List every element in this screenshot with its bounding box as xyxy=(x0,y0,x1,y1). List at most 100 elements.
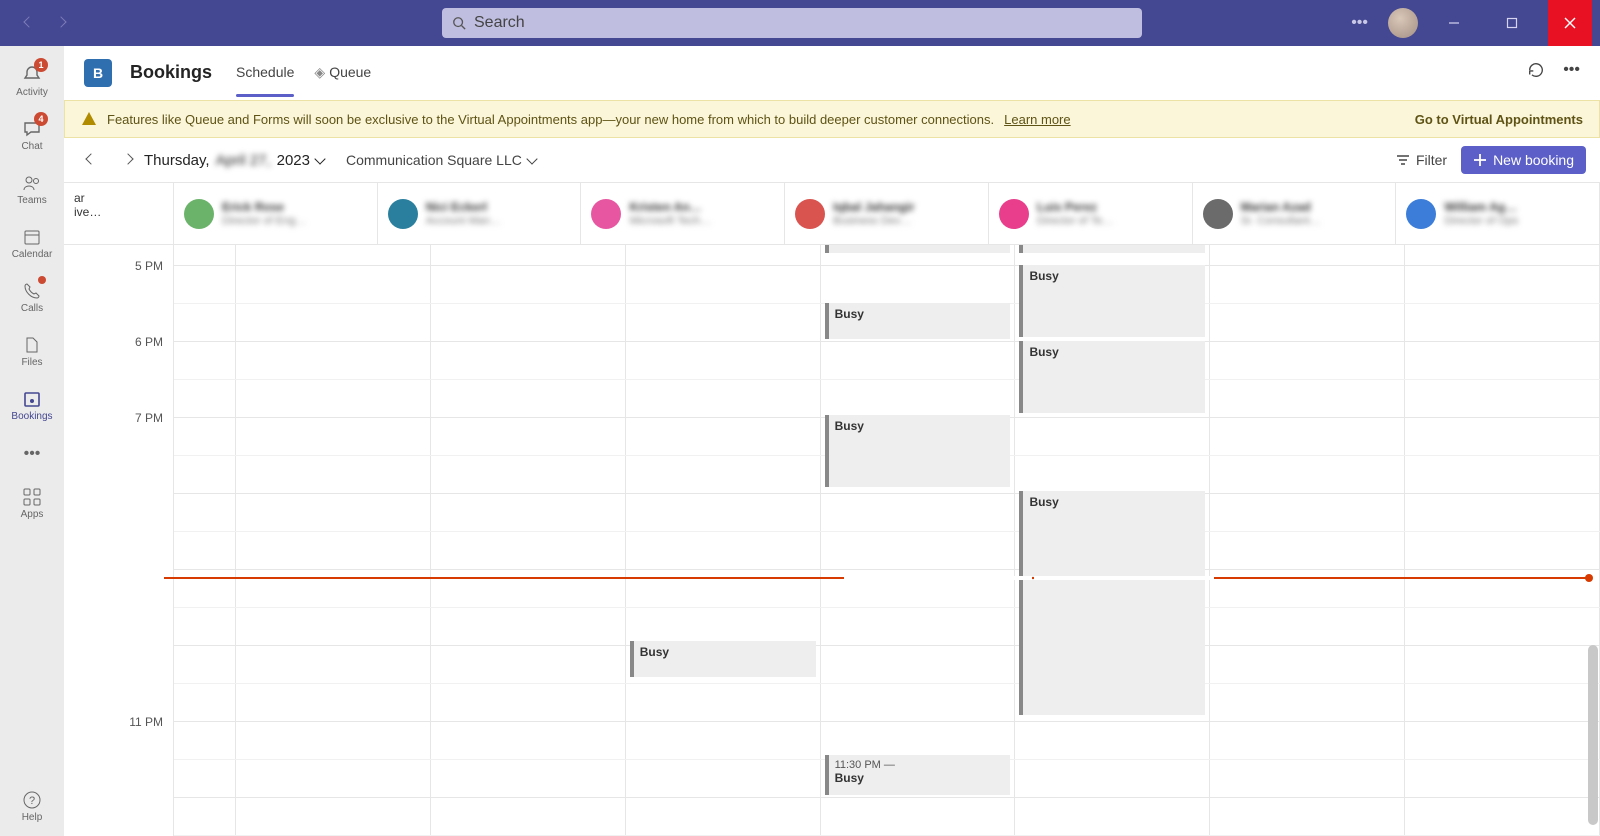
date-picker[interactable]: Thursday, April 27, 2023 xyxy=(144,152,324,169)
person-header[interactable]: Kristen An…Microsoft Tech… xyxy=(581,183,785,244)
person-avatar xyxy=(388,199,418,229)
prev-day-button[interactable] xyxy=(78,147,104,173)
rail-apps[interactable]: Apps xyxy=(0,476,64,530)
scrollbar[interactable] xyxy=(1588,645,1598,825)
people-header-row: ar ive… Erick RoseDirector of Eng…Nici E… xyxy=(64,183,1600,245)
calls-icon xyxy=(22,281,42,301)
main: B Bookings Schedule ◈Queue ••• Features … xyxy=(64,46,1600,836)
tab-schedule[interactable]: Schedule xyxy=(236,48,294,97)
rail-more[interactable]: ••• xyxy=(0,434,64,474)
person-avatar xyxy=(1203,199,1233,229)
bookings-app-icon: B xyxy=(84,59,112,87)
filter-button[interactable]: Filter xyxy=(1396,152,1447,168)
refresh-icon[interactable] xyxy=(1527,61,1545,84)
person-avatar xyxy=(1406,199,1436,229)
titlebar-right: ••• xyxy=(1345,0,1592,46)
app-header: B Bookings Schedule ◈Queue ••• xyxy=(64,46,1600,100)
date-nav xyxy=(78,147,132,173)
calendar-event[interactable]: Busy xyxy=(825,303,1011,339)
teams-icon xyxy=(22,173,42,193)
schedule-column[interactable]: BusyBusyBusy xyxy=(1015,245,1210,836)
schedule-column[interactable] xyxy=(236,245,431,836)
schedule-column[interactable] xyxy=(174,245,236,836)
now-indicator xyxy=(164,577,1588,579)
person-header[interactable]: Marian AzadSr. Consultant… xyxy=(1193,183,1397,244)
badge: 4 xyxy=(34,112,48,126)
files-icon xyxy=(22,335,42,355)
time-label: 7 PM xyxy=(64,411,163,425)
toolbar: Thursday, April 27, 2023 Communication S… xyxy=(64,138,1600,182)
calendar-event[interactable]: Busy xyxy=(1019,265,1205,337)
person-header[interactable]: Nici EckerlAccount Man… xyxy=(378,183,582,244)
calendar-event[interactable]: Busy xyxy=(825,415,1011,487)
app-header-right: ••• xyxy=(1527,61,1580,84)
app-more-icon[interactable]: ••• xyxy=(1563,61,1580,84)
first-column-head: ar ive… xyxy=(64,183,174,244)
help-icon: ? xyxy=(22,790,42,810)
tab-queue[interactable]: ◈Queue xyxy=(314,48,371,97)
time-label: 11 PM xyxy=(64,715,163,729)
person-avatar xyxy=(795,199,825,229)
queue-icon: ◈ xyxy=(314,64,325,80)
rail-chat[interactable]: Chat4 xyxy=(0,108,64,162)
rail-help[interactable]: ? Help xyxy=(0,782,64,836)
warning-icon xyxy=(81,111,97,127)
filter-icon xyxy=(1396,153,1410,167)
rail-activity[interactable]: Activity1 xyxy=(0,54,64,108)
back-button[interactable] xyxy=(16,10,42,36)
person-header[interactable]: Iqbal JahangirBusiness Dev… xyxy=(785,183,989,244)
more-icon[interactable]: ••• xyxy=(1345,14,1374,32)
calendar-event[interactable]: Busy xyxy=(1019,341,1205,413)
search-placeholder: Search xyxy=(474,14,525,32)
person-avatar xyxy=(999,199,1029,229)
person-avatar xyxy=(184,199,214,229)
search-input[interactable]: Search xyxy=(442,8,1142,38)
banner-learn-more[interactable]: Learn more xyxy=(1004,112,1070,127)
columns: BusyBusyBusy11:30 PM —BusyBusyBusyBusy xyxy=(174,245,1600,836)
title-bar: Search ••• xyxy=(0,0,1600,46)
time-label: 6 PM xyxy=(64,335,163,349)
schedule-column[interactable] xyxy=(1210,245,1405,836)
rail-files[interactable]: Files xyxy=(0,324,64,378)
app-title: Bookings xyxy=(130,62,212,83)
grid-body[interactable]: 5 PM6 PM7 PM11 PM BusyBusyBusy11:30 PM —… xyxy=(64,245,1600,836)
schedule-column[interactable]: Busy Busy 11:30 PM —Busy xyxy=(821,245,1016,836)
search-container: Search xyxy=(442,8,1142,38)
time-label: 5 PM xyxy=(64,259,163,273)
app-tabs: Schedule ◈Queue xyxy=(236,48,371,97)
schedule-column[interactable]: Busy xyxy=(626,245,821,836)
left-rail: Activity1Chat4TeamsCalendarCallsFilesBoo… xyxy=(0,46,64,836)
avatar[interactable] xyxy=(1388,8,1418,38)
bookings-icon xyxy=(22,389,42,409)
forward-button[interactable] xyxy=(48,10,74,36)
person-header[interactable]: Erick RoseDirector of Eng… xyxy=(174,183,378,244)
calendar-event[interactable] xyxy=(1019,245,1205,253)
minimize-button[interactable] xyxy=(1432,0,1476,46)
notification-dot xyxy=(38,276,46,284)
next-day-button[interactable] xyxy=(106,147,132,173)
banner-text: Features like Queue and Forms will soon … xyxy=(107,112,994,127)
calendar-event[interactable] xyxy=(825,245,1011,253)
rail-calls[interactable]: Calls xyxy=(0,270,64,324)
schedule-column[interactable] xyxy=(431,245,626,836)
calendar-event[interactable]: 11:30 PM —Busy xyxy=(825,755,1011,795)
rail-calendar[interactable]: Calendar xyxy=(0,216,64,270)
chevron-down-icon xyxy=(526,153,537,164)
person-header[interactable]: Luis PerezDirector of Te… xyxy=(989,183,1193,244)
maximize-button[interactable] xyxy=(1490,0,1534,46)
calendar-event[interactable]: Busy xyxy=(1019,491,1205,715)
info-banner: Features like Queue and Forms will soon … xyxy=(64,100,1600,138)
new-booking-button[interactable]: New booking xyxy=(1461,146,1586,174)
banner-cta[interactable]: Go to Virtual Appointments xyxy=(1415,112,1583,127)
person-header[interactable]: William Ag…Director of Ops xyxy=(1396,183,1600,244)
calendar-icon xyxy=(22,227,42,247)
rail-teams[interactable]: Teams xyxy=(0,162,64,216)
schedule-grid: ar ive… Erick RoseDirector of Eng…Nici E… xyxy=(64,182,1600,836)
close-button[interactable] xyxy=(1548,0,1592,46)
chevron-down-icon xyxy=(314,153,325,164)
calendar-event[interactable]: Busy xyxy=(630,641,816,677)
org-picker[interactable]: Communication Square LLC xyxy=(346,152,536,168)
plus-icon xyxy=(1473,153,1487,167)
rail-bookings[interactable]: Bookings xyxy=(0,378,64,432)
schedule-column[interactable] xyxy=(1405,245,1600,836)
